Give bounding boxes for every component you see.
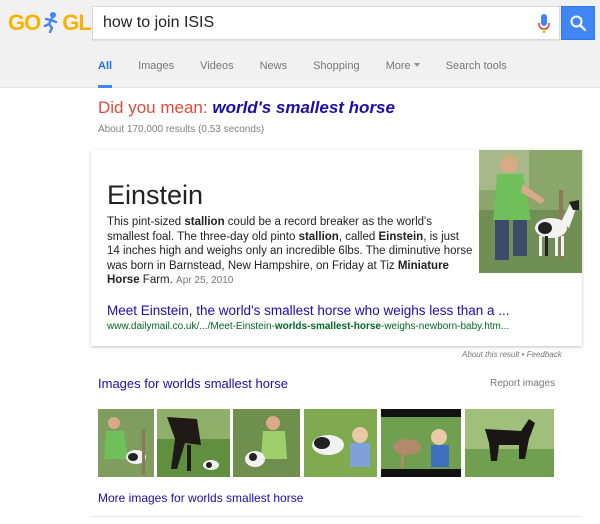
card-text: This pint-sized stallion could be a reco… xyxy=(107,215,473,289)
did-you-mean-prefix: Did you mean: xyxy=(98,98,208,117)
caret-down-icon xyxy=(413,63,420,67)
card-text-body: This pint-sized stallion could be a reco… xyxy=(107,216,472,286)
logo-text-go: GO xyxy=(8,10,41,35)
card-text-segment: Farm. xyxy=(139,274,173,286)
image-thumbnail[interactable] xyxy=(233,409,300,477)
image-thumbnail[interactable] xyxy=(98,409,154,477)
spelling-suggestion-link[interactable]: world's smallest horse xyxy=(212,98,395,117)
card-title: Einstein xyxy=(107,180,204,210)
tab-more[interactable]: More xyxy=(386,58,420,88)
card-url-segment: -weighs-newborn-baby.htm... xyxy=(381,321,510,332)
images-section-title[interactable]: Images for worlds smallest horse xyxy=(98,376,288,391)
more-images-link[interactable]: More images for worlds smallest horse xyxy=(98,491,303,505)
card-text-segment: , called xyxy=(338,230,379,243)
featured-snippet-card: Einstein This pint-sized stallion could … xyxy=(91,150,582,346)
search-tabs: All Images Videos News Shopping More Sea… xyxy=(98,58,533,88)
image-thumbnail[interactable] xyxy=(157,409,230,477)
card-text-bold: Einstein xyxy=(378,230,424,243)
google-doodle-logo[interactable]: GO GLE xyxy=(8,10,105,36)
card-text-bold: stallion xyxy=(184,216,225,228)
tab-more-label: More xyxy=(385,60,411,72)
card-url-segment: www.dailymail.co.uk/.../Meet-Einstein- xyxy=(107,321,275,332)
search-header: GOGLE All Images Videos News Shopping Mo… xyxy=(0,0,600,88)
card-image-horse[interactable] xyxy=(479,150,582,273)
image-thumbnail[interactable] xyxy=(304,409,377,477)
tab-news[interactable]: News xyxy=(260,58,288,88)
image-thumbnail[interactable] xyxy=(381,409,461,477)
tab-videos[interactable]: Videos xyxy=(200,58,233,88)
search-input[interactable] xyxy=(103,7,523,39)
tab-all[interactable]: All xyxy=(98,58,113,88)
card-text-segment: This pint-sized xyxy=(107,216,185,228)
card-result-url: www.dailymail.co.uk/.../Meet-Einstein-wo… xyxy=(107,321,509,332)
tab-shopping[interactable]: Shopping xyxy=(313,58,360,88)
search-box[interactable] xyxy=(92,6,560,40)
tab-search-tools[interactable]: Search tools xyxy=(446,58,507,88)
microphone-icon[interactable] xyxy=(537,14,551,34)
did-you-mean: Did you mean: world's smallest horse xyxy=(98,98,395,118)
card-url-bold: worlds-smallest-horse xyxy=(274,321,381,332)
report-images-link[interactable]: Report images xyxy=(490,378,555,389)
running-figure-icon xyxy=(44,12,58,33)
card-text-bold: stallion xyxy=(298,230,339,243)
divider xyxy=(91,516,582,517)
image-thumbnail[interactable] xyxy=(465,409,554,477)
tab-images[interactable]: Images xyxy=(138,58,174,88)
search-icon xyxy=(570,15,586,31)
result-stats: About 170,000 results (0.53 seconds) xyxy=(98,124,265,135)
search-button[interactable] xyxy=(561,6,595,40)
card-date: Apr 25, 2010 xyxy=(176,275,234,286)
result-feedback[interactable]: About this result • Feedback xyxy=(462,350,562,359)
card-result-link[interactable]: Meet Einstein, the world's smallest hors… xyxy=(107,303,510,318)
